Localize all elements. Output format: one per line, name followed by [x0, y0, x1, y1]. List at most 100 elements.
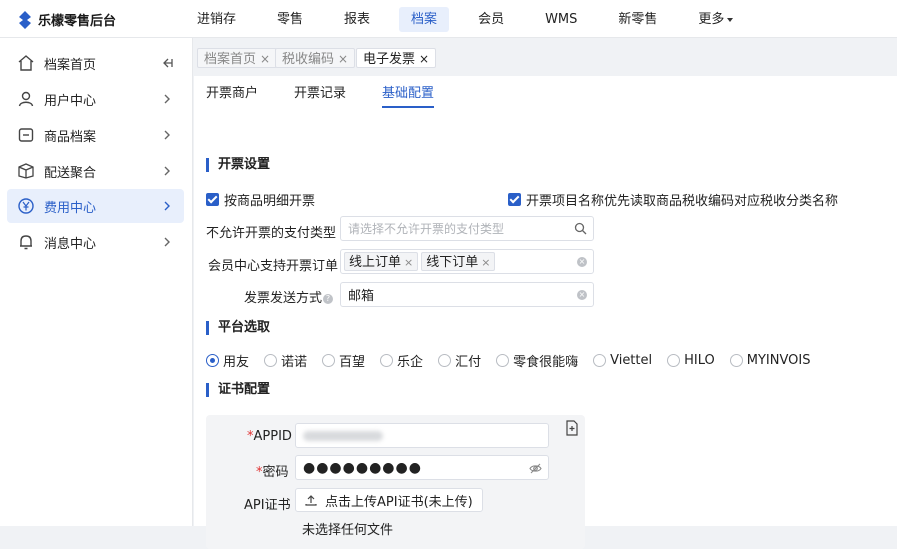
radio-label: 用友 — [223, 355, 250, 370]
label-appid: *APPID — [247, 429, 292, 444]
close-icon[interactable]: × — [481, 256, 490, 269]
sidebar-item-label: 配送聚合 — [44, 165, 97, 181]
topnav-item-wms[interactable]: WMS — [533, 7, 589, 32]
radio-leqi[interactable]: 乐企 — [380, 351, 423, 370]
radio-label: 诺诺 — [281, 355, 308, 370]
certificate-config-box: *APPID *密码 ●●●●●●●●● API证书 点击上传API证书(未上传… — [206, 415, 585, 549]
password-input[interactable]: ●●●●●●●●● — [295, 455, 549, 480]
subtab-invoice-records[interactable]: 开票记录 — [294, 82, 346, 108]
chevron-right-icon — [164, 201, 170, 211]
sidebar-item-label: 商品档案 — [44, 129, 97, 145]
tab-label: 电子发票 — [363, 52, 416, 67]
section-title-invoice-settings: 开票设置 — [206, 158, 270, 172]
upload-icon — [305, 495, 317, 506]
topnav-item-inventory[interactable]: 进销存 — [185, 7, 248, 32]
sidebar: 档案首页 用户中心 商品档案 配送聚合 费用中心 消息中心 — [0, 38, 193, 526]
disallow-payment-placeholder: 请选择不允许开票的支付类型 — [348, 222, 505, 236]
radio-hilo[interactable]: HILO — [667, 353, 715, 368]
radio-baiwang[interactable]: 百望 — [322, 351, 365, 370]
appid-label-text: APPID — [253, 429, 292, 444]
checkbox-checked-icon[interactable] — [508, 193, 521, 206]
sidebar-item-delivery[interactable]: 配送聚合 — [7, 154, 184, 188]
topnav-item-new-retail[interactable]: 新零售 — [606, 7, 669, 32]
app-title: 乐檬零售后台 — [38, 14, 117, 29]
topnav-item-members[interactable]: 会员 — [466, 7, 516, 32]
radio-unselected-icon[interactable] — [496, 354, 510, 367]
content-area: 档案首页 × 税收编码 × 电子发票 × 开票商户 开票记录 基础配置 开票设置 按商… — [194, 38, 897, 549]
tab-archive-home[interactable]: 档案首页 × — [197, 48, 278, 68]
collapse-icon[interactable] — [160, 56, 174, 70]
chevron-right-icon — [164, 94, 170, 104]
radio-unselected-icon[interactable] — [729, 354, 743, 367]
tab-bar: 档案首页 × 税收编码 × 电子发票 × — [194, 38, 897, 76]
radio-unselected-icon[interactable] — [380, 354, 394, 367]
sidebar-item-archive-home[interactable]: 档案首页 — [7, 46, 184, 80]
send-method-label-text: 发票发送方式 — [244, 291, 323, 306]
password-masked-value: ●●●●●●●●● — [303, 459, 422, 476]
send-method-value: 邮箱 — [348, 289, 375, 304]
topnav-more-label: 更多 — [698, 12, 725, 27]
tag-label: 线上订单 — [349, 255, 402, 270]
disallow-payment-select[interactable]: 请选择不允许开票的支付类型 — [340, 216, 594, 241]
clear-icon[interactable]: × — [577, 290, 587, 300]
close-icon[interactable]: × — [260, 52, 270, 66]
close-icon[interactable]: × — [404, 256, 413, 269]
topnav-item-reports[interactable]: 报表 — [332, 7, 382, 32]
chevron-right-icon — [164, 166, 170, 176]
radio-unselected-icon[interactable] — [322, 354, 336, 367]
user-icon — [18, 91, 34, 107]
radio-nuonuo[interactable]: 诺诺 — [264, 351, 307, 370]
radio-unselected-icon[interactable] — [438, 354, 452, 367]
close-icon[interactable]: × — [338, 52, 348, 66]
box-icon — [18, 128, 34, 142]
radio-unselected-icon[interactable] — [264, 354, 278, 367]
radio-label: 汇付 — [455, 355, 482, 370]
tab-tax-code[interactable]: 税收编码 × — [275, 48, 356, 68]
appid-blurred-value — [303, 430, 383, 441]
subtab-basic-config[interactable]: 基础配置 — [382, 82, 435, 108]
radio-selected-icon[interactable] — [206, 354, 219, 367]
radio-myinvois[interactable]: MYINVOIS — [729, 353, 810, 368]
radio-snack[interactable]: 零食很能嗨 — [496, 351, 578, 370]
radio-label: 百望 — [339, 355, 366, 370]
home-icon — [18, 55, 34, 71]
radio-huifu[interactable]: 汇付 — [438, 351, 481, 370]
delivery-icon — [18, 163, 34, 179]
radio-unselected-icon[interactable] — [593, 354, 607, 367]
checkbox-checked-icon[interactable] — [206, 193, 219, 206]
upload-api-cert-button[interactable]: 点击上传API证书(未上传) — [295, 488, 483, 512]
sidebar-item-label: 费用中心 — [44, 200, 97, 216]
file-add-icon[interactable] — [565, 420, 579, 436]
tab-label: 税收编码 — [282, 52, 335, 67]
clear-icon[interactable]: × — [577, 257, 587, 267]
logo-icon — [19, 10, 31, 29]
sidebar-item-product-archive[interactable]: 商品档案 — [7, 118, 184, 152]
radio-yonyou[interactable]: 用友 — [206, 351, 249, 370]
top-bar: 乐檬零售后台 进销存 零售 报表 档案 会员 WMS 新零售 更多 — [0, 0, 897, 38]
help-icon[interactable]: ? — [323, 293, 334, 304]
topnav-item-archives[interactable]: 档案 — [399, 7, 450, 32]
sub-tabs: 开票商户 开票记录 基础配置 — [206, 82, 470, 108]
topnav-item-more[interactable]: 更多 — [686, 7, 745, 32]
sidebar-item-expense-center[interactable]: 费用中心 — [7, 189, 184, 223]
radio-viettel[interactable]: Viettel — [593, 353, 652, 368]
checkbox-tax-code-priority[interactable]: 开票项目名称优先读取商品税收编码对应税收分类名称 — [508, 190, 838, 209]
send-method-select[interactable]: 邮箱 × — [340, 282, 594, 307]
upload-button-label: 点击上传API证书(未上传) — [325, 494, 473, 510]
sidebar-item-message-center[interactable]: 消息中心 — [7, 225, 184, 259]
no-file-text: 未选择任何文件 — [302, 523, 394, 538]
close-icon[interactable]: × — [419, 52, 429, 66]
member-orders-select[interactable]: 线上订单 × 线下订单 × × — [340, 249, 594, 274]
appid-input[interactable] — [295, 423, 549, 448]
tab-e-invoice[interactable]: 电子发票 × — [356, 48, 437, 68]
section-title-certificate: 证书配置 — [206, 383, 270, 397]
checkbox-label: 开票项目名称优先读取商品税收编码对应税收分类名称 — [526, 194, 839, 209]
eye-off-icon[interactable] — [529, 462, 542, 475]
subtab-invoice-merchant[interactable]: 开票商户 — [206, 82, 258, 108]
topnav-item-retail[interactable]: 零售 — [265, 7, 315, 32]
app-logo[interactable]: 乐檬零售后台 — [18, 10, 116, 29]
checkbox-by-product-detail[interactable]: 按商品明细开票 — [206, 190, 315, 209]
sidebar-item-user-center[interactable]: 用户中心 — [7, 82, 184, 116]
radio-unselected-icon[interactable] — [667, 354, 681, 367]
label-send-method: 发票发送方式? — [244, 287, 334, 306]
